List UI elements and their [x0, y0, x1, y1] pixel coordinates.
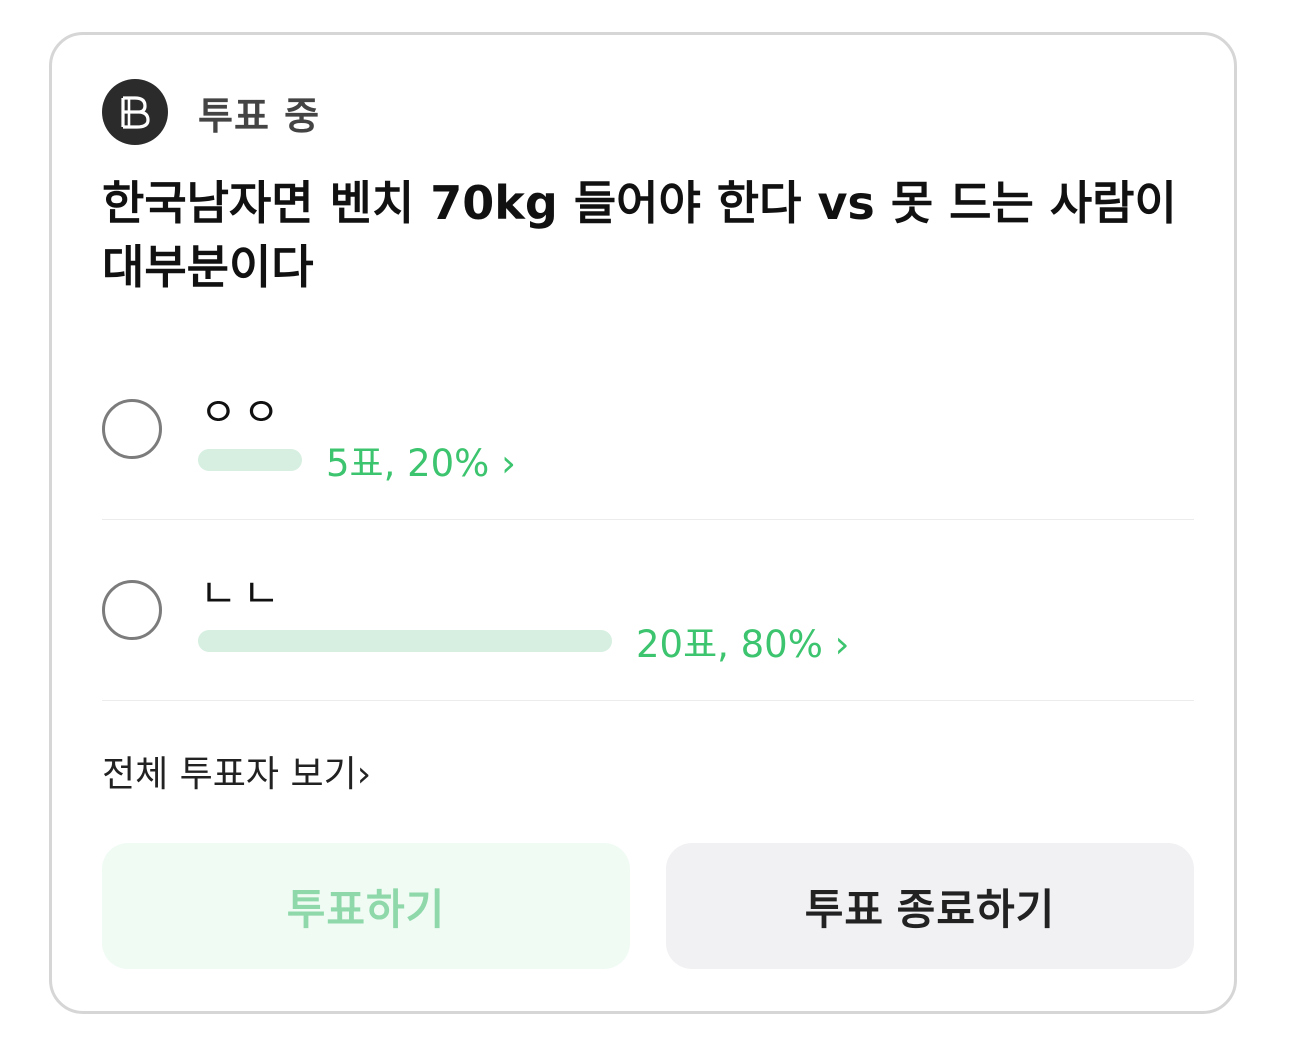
- option-label: ㅇㅇ: [200, 390, 286, 436]
- option-radio[interactable]: [102, 580, 162, 640]
- result-text[interactable]: 5표, 20% ›: [326, 433, 516, 487]
- poll-question: 한국남자면 벤치 70kg 들어야 한다 vs 못 드는 사람이 대부분이다: [102, 176, 1177, 294]
- vote-badge-icon: [102, 79, 168, 145]
- result-text[interactable]: 20표, 80% ›: [636, 614, 849, 668]
- option-radio[interactable]: [102, 399, 162, 459]
- poll-option[interactable]: ㄴㄴ 20표, 80% ›: [102, 521, 1194, 701]
- vote-button[interactable]: 투표하기: [102, 843, 630, 969]
- poll-status-row: 투표 중: [102, 79, 320, 145]
- option-label: ㄴㄴ: [200, 571, 286, 617]
- option-result[interactable]: 20표, 80% ›: [198, 613, 849, 669]
- result-bar: [198, 449, 302, 471]
- poll-option[interactable]: ㅇㅇ 5표, 20% ›: [102, 340, 1194, 520]
- result-bar: [198, 630, 612, 652]
- view-all-voters-link[interactable]: 전체 투표자 보기›: [102, 745, 371, 797]
- poll-status-label: 투표 중: [198, 93, 321, 138]
- end-vote-button[interactable]: 투표 종료하기: [666, 843, 1194, 969]
- poll-card: 투표 중 한국남자면 벤치 70kg 들어야 한다 vs 못 드는 사람이 대부…: [49, 32, 1237, 1014]
- option-result[interactable]: 5표, 20% ›: [198, 432, 516, 488]
